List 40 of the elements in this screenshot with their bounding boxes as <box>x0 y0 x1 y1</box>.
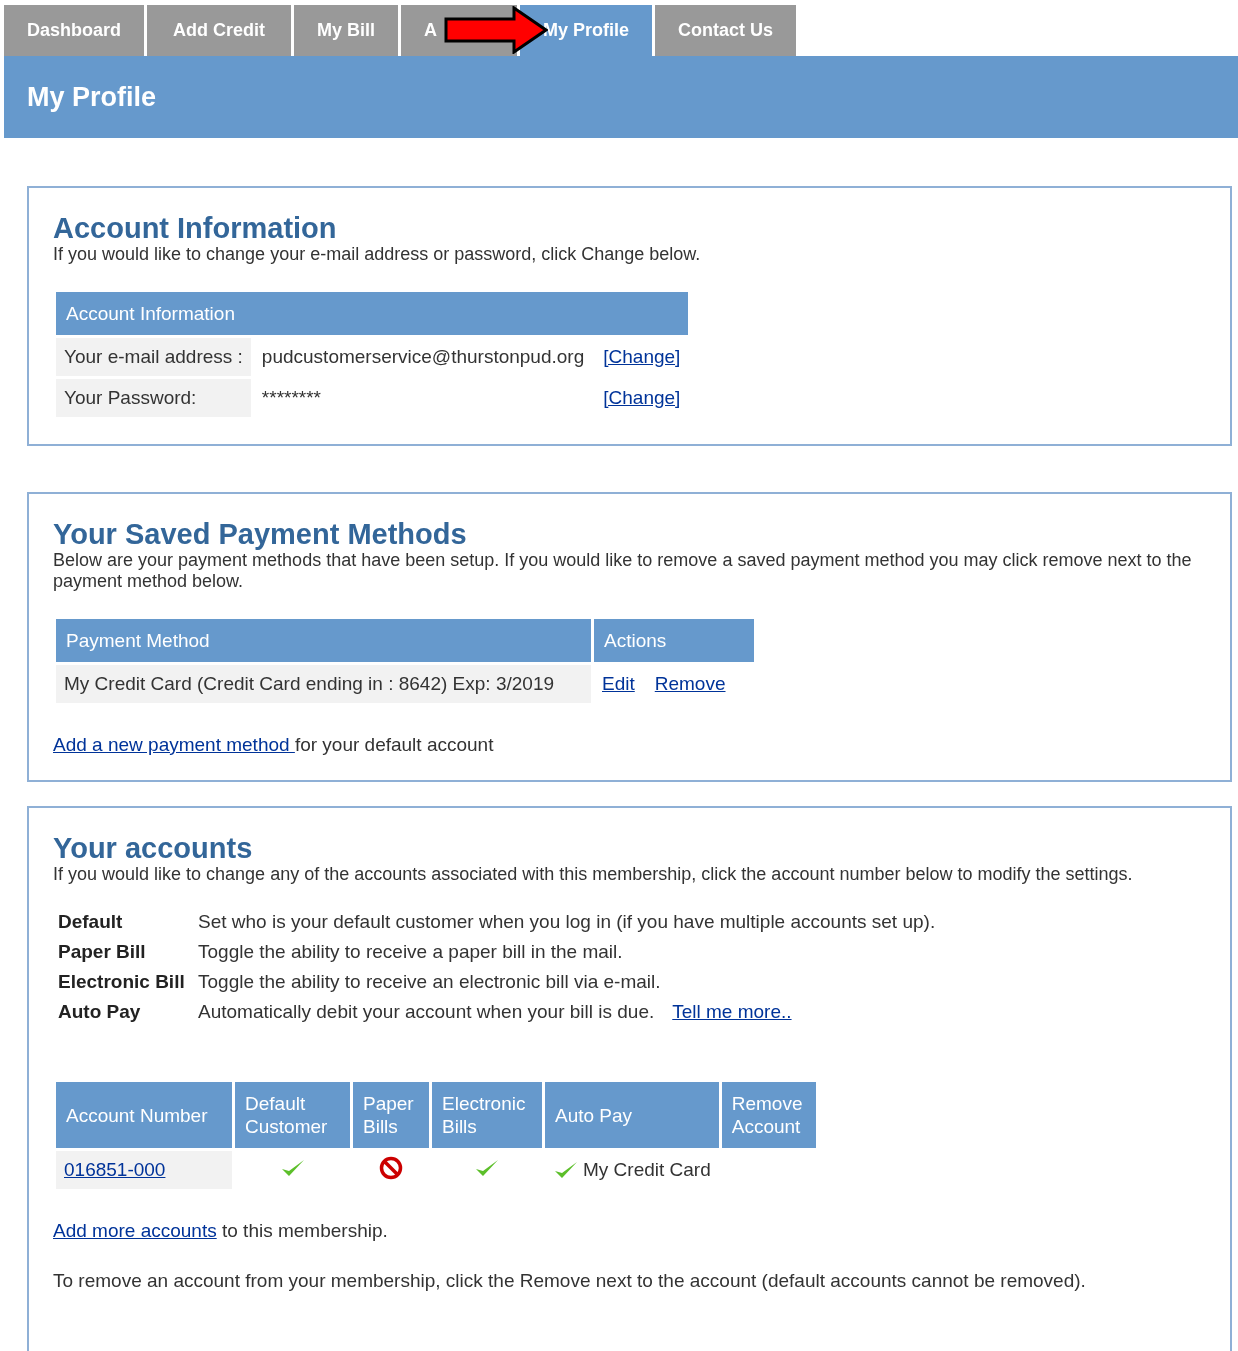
legend-term: Default <box>58 911 124 933</box>
column-header: Auto Pay <box>545 1082 719 1148</box>
tell-more-link[interactable]: Tell me more.. <box>672 1001 792 1022</box>
table-header: Account Information <box>56 292 689 335</box>
field-label: Your Password: <box>56 379 251 417</box>
field-label: Your e-mail address : <box>56 338 251 376</box>
legend-term: Auto Pay <box>58 1001 142 1023</box>
action-link[interactable]: Remove <box>654 673 726 694</box>
field-value: ******** <box>260 386 322 410</box>
table-cell: My Credit Card (Credit Card ending in : 8642) Exp: 3/2019 <box>56 665 591 703</box>
section-intro: If you would like to change your e-mail address or password, click Change below. <box>53 244 702 265</box>
change-link[interactable]: [Change] <box>603 346 681 367</box>
link-suffix: to this membership. <box>222 1220 388 1241</box>
section-intro: Below are your payment methods that have been setup. If you would like to remove a saved payment method you may click remove next to the payment method below. <box>53 550 1193 592</box>
autopay-method: My Credit Card <box>583 1159 711 1181</box>
column-header: Payment Method <box>56 619 591 662</box>
remove-note: To remove an account from your membership, click the Remove next to the account (default accounts cannot be removed). <box>53 1270 1087 1292</box>
legend-term: Electronic Bill <box>58 971 186 993</box>
link-suffix: for your default account <box>294 734 494 755</box>
legend-description: Automatically debit your account when your bill is due. <box>198 1001 655 1022</box>
column-header: Actions <box>594 619 754 662</box>
legend-term: Paper Bill <box>58 941 147 963</box>
section-title: Account Information <box>53 212 338 244</box>
legend-description: Set who is your default customer when you log in (if you have multiple accounts set up). <box>198 911 936 932</box>
column-header: Default Customer <box>235 1082 350 1148</box>
page-title: My Profile <box>27 81 157 113</box>
legend-description: Toggle the ability to receive an electronic bill via e-mail. <box>198 971 661 992</box>
column-header: Electronic Bills <box>432 1082 542 1148</box>
add-accounts-link[interactable]: Add more accounts <box>53 1220 217 1241</box>
column-header: Account Number <box>56 1082 232 1148</box>
section-title: Your accounts <box>53 832 254 864</box>
section-intro: If you would like to change any of the accounts associated with this membership, click the account number below to modify the settings. <box>53 864 1134 885</box>
action-link[interactable]: Edit <box>602 673 635 694</box>
section-title: Your Saved Payment Methods <box>53 518 468 550</box>
column-header: Remove Account <box>721 1082 816 1148</box>
column-header: Paper Bills <box>353 1082 429 1148</box>
change-link[interactable]: [Change] <box>603 387 681 408</box>
field-value: pudcustomerservice@thurstonpud.org <box>260 345 586 369</box>
legend-description: Toggle the ability to receive a paper bill in the mail. <box>198 941 623 962</box>
add-payment-link[interactable]: Add a new payment method <box>53 734 295 755</box>
